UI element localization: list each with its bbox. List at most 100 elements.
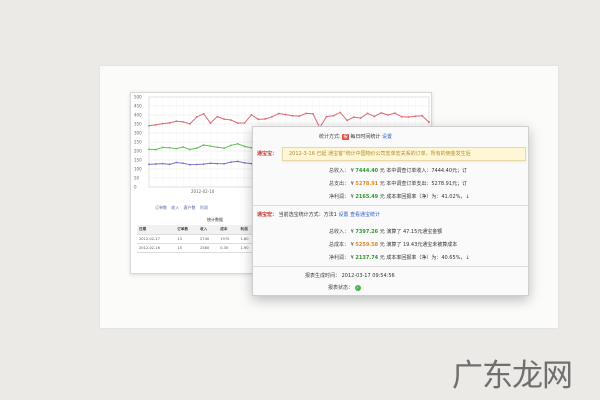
- data-point: [168, 122, 171, 124]
- section1-row-profit: 净利润： ¥ 2165.49 元 成本率回报率（净）为：41.02%，↓: [329, 194, 470, 200]
- data-point: [264, 118, 266, 120]
- data-point: [216, 162, 219, 165]
- data-point: [209, 162, 212, 165]
- check-icon: ✓: [354, 285, 361, 291]
- row-label: 总收入：: [329, 229, 350, 235]
- row-label: 总支出：: [329, 181, 350, 187]
- data-point: [352, 116, 355, 119]
- section2-row-income: 总收入： ¥ 7397.26 元 演算了 47.15元通宝金额: [329, 229, 443, 235]
- screenshot-canvas: 500 450 400 350 300 250 200 150 100 50 0 2012-02-1…: [0, 0, 600, 400]
- data-point: [154, 148, 157, 151]
- section2-row-profit: 净利润： ¥ 2137.74 元 成本率回报率（净）为：40.65%，↓: [329, 255, 470, 261]
- y-tick-label: 400: [134, 113, 142, 118]
- data-point: [175, 161, 178, 164]
- section2-settings-link[interactable]: 设置: [338, 212, 348, 218]
- data-point: [209, 122, 212, 124]
- table-cell: 1970: [218, 234, 239, 244]
- data-point: [250, 113, 253, 116]
- section-divider: [253, 205, 528, 206]
- legend-item: 收入: [171, 205, 180, 210]
- report-time-label: 报表生成时间：: [305, 273, 341, 279]
- notice-message: 通宝客“统计中国物价公司宏单宏关系的订单，所有的佣金发生后: [328, 151, 471, 157]
- data-point: [230, 119, 232, 121]
- y-tick-label: 150: [134, 158, 142, 163]
- footer-divider: [253, 266, 528, 267]
- row-note: 元 成本率回报率（净）为：40.65%，↓: [379, 255, 470, 261]
- data-point: [339, 111, 342, 114]
- row-amount: 5259.58: [355, 242, 379, 248]
- section1-row-expense: 总支出： ¥ 5278.91 元 本中调查订单支出：5278.91元；订: [329, 181, 468, 187]
- y-tick-label: 100: [134, 167, 142, 172]
- data-point: [243, 145, 246, 148]
- data-point: [236, 142, 239, 145]
- y-tick-label: 200: [134, 149, 142, 154]
- method-settings-link[interactable]: 设置: [382, 134, 392, 140]
- notice-text-container: 2012-3-16 已起 通宝客“统计中国物价公司宏单宏关系的订单，所有的佣金发…: [289, 150, 471, 157]
- section1-row-income: 总收入： ¥ 7444.40 元 本中调查订单收入：7444.40元；订: [329, 168, 468, 174]
- data-point: [168, 146, 171, 149]
- y-tick-label: 50: [134, 176, 140, 181]
- method-label: 统计方式:: [319, 134, 341, 140]
- row-note: 元 本中调查订单收入：7444.40元；订: [379, 168, 468, 174]
- data-point: [414, 115, 417, 118]
- data-point: [161, 162, 164, 165]
- data-point: [243, 161, 246, 164]
- data-point: [154, 124, 157, 126]
- table-cell: 2012-02-16: [137, 243, 176, 253]
- data-point: [236, 122, 239, 124]
- data-point: [325, 115, 328, 118]
- data-point: [148, 163, 150, 166]
- row-note: 元 演算了 47.15元通宝金额: [379, 229, 443, 235]
- section2-title: 通宝宏：: [257, 212, 278, 218]
- section1-title: 通宝宝：: [257, 151, 278, 157]
- data-point: [366, 112, 369, 115]
- data-point: [312, 112, 314, 115]
- row-label: 净利润：: [329, 194, 350, 200]
- table-row: 2012-02-16 15 2580 0.30 1.90: [137, 243, 257, 253]
- legend-item: 客户数: [183, 205, 196, 210]
- data-point: [298, 115, 301, 117]
- data-point: [161, 122, 164, 125]
- row-amount: 5278.91: [355, 181, 379, 187]
- data-point: [380, 111, 383, 114]
- section2-stats-link[interactable]: 查看通宝统计: [350, 212, 380, 218]
- section2-text: 当前选宝统计方式：方法1: [278, 212, 337, 218]
- data-point: [428, 121, 430, 124]
- y-tick-label: 350: [134, 122, 142, 127]
- data-point: [284, 113, 287, 116]
- data-point: [373, 115, 376, 118]
- data-point: [148, 124, 150, 127]
- data-point: [182, 120, 185, 123]
- row-label: 净利润：: [329, 255, 350, 261]
- y-tick-label: 500: [134, 95, 142, 100]
- data-point: [271, 115, 273, 118]
- data-point: [202, 163, 205, 166]
- table-cell: 2580: [198, 243, 219, 253]
- data-point: [148, 148, 150, 151]
- data-point: [202, 144, 205, 146]
- section2-row-cost: 总成本： ¥ 5259.58 元 演算了 19.43元通宝未被算成本: [329, 242, 458, 248]
- data-point: [189, 163, 191, 166]
- y-tick-label: 450: [134, 104, 142, 109]
- data-point: [236, 160, 239, 163]
- data-point: [154, 163, 157, 165]
- report-status-row: 报表状态： ✓: [328, 284, 361, 291]
- data-point: [387, 114, 389, 116]
- stats-title: 统计数据: [207, 217, 223, 222]
- table-header-cell: 成本: [218, 225, 239, 235]
- row-amount: 7397.26: [355, 229, 379, 235]
- report-time-row: 报表生成时间： 2012-03-17 09:54:56: [305, 272, 395, 279]
- data-point: [223, 147, 226, 150]
- notice-date: 2012-3-16 已起: [289, 151, 327, 157]
- data-point: [305, 112, 307, 115]
- data-point: [168, 163, 171, 166]
- row-amount: 2137.74: [355, 255, 379, 261]
- data-point: [230, 161, 232, 164]
- table-cell: 15: [175, 243, 199, 253]
- data-point: [161, 146, 164, 149]
- table-cell: 13: [175, 234, 199, 244]
- row-label: 总成本：: [329, 242, 350, 248]
- legend-item: 订单数: [155, 205, 167, 210]
- data-point: [393, 112, 396, 115]
- data-point: [182, 162, 185, 165]
